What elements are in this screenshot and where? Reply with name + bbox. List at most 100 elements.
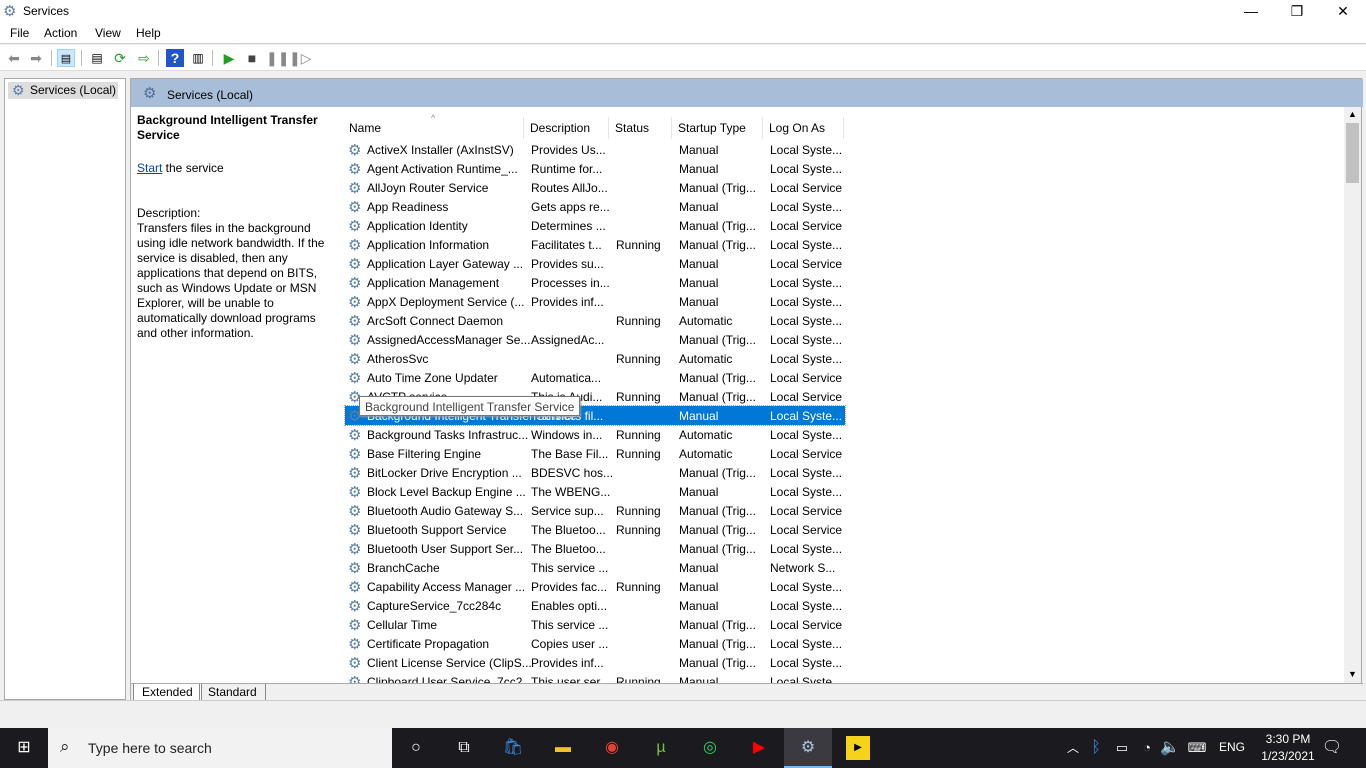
- column-header-description[interactable]: Description: [524, 117, 609, 139]
- restart-service-icon[interactable]: ❚▷: [289, 49, 312, 67]
- service-name: App Readiness: [367, 200, 449, 214]
- windows-start-icon[interactable]: ⊞: [12, 736, 36, 760]
- service-row[interactable]: ⚙ AssignedAccessManager Se... AssignedAc..…: [345, 330, 845, 349]
- volume-icon[interactable]: 🔈: [1158, 736, 1182, 760]
- menu-file[interactable]: File: [10, 26, 29, 40]
- menu-help[interactable]: Help: [136, 26, 161, 40]
- service-name: CaptureService_7cc284c: [367, 599, 502, 613]
- clock-date[interactable]: 1/23/2021: [1254, 749, 1322, 763]
- service-name: Agent Activation Runtime_...: [367, 162, 518, 176]
- service-description: This service ...: [531, 618, 609, 632]
- service-gear-icon: ⚙: [348, 636, 362, 653]
- service-row[interactable]: ⚙ ArcSoft Connect Daemon Running Automatic L…: [345, 311, 845, 330]
- service-name: Bluetooth User Support Ser...: [367, 542, 524, 556]
- service-description: AssignedAc...: [531, 333, 605, 347]
- clock-time[interactable]: 3:30 PM: [1258, 732, 1318, 746]
- restore-button[interactable]: ❐: [1274, 0, 1320, 22]
- vertical-scrollbar[interactable]: ▲ ▼: [1344, 107, 1361, 683]
- tree-item-services-local[interactable]: ⚙ Services (Local): [8, 82, 118, 99]
- scroll-up-icon[interactable]: ▲: [1348, 109, 1357, 119]
- column-header-startup-type[interactable]: Startup Type: [672, 117, 763, 139]
- whatsapp-icon[interactable]: ◎: [698, 736, 722, 760]
- minimize-button[interactable]: —: [1228, 0, 1274, 22]
- service-row[interactable]: ⚙ Client License Service (ClipS... Provide…: [345, 653, 845, 672]
- show-hidden-icons[interactable]: ︿: [1061, 736, 1085, 760]
- service-row[interactable]: ⚙ BranchCache This service ... Manual Networ…: [345, 558, 845, 577]
- service-description: Provides inf...: [531, 656, 604, 670]
- service-row[interactable]: ⚙ AllJoyn Router Service Routes AllJo... Ma…: [345, 178, 845, 197]
- utorrent-icon[interactable]: µ: [649, 736, 673, 760]
- service-row[interactable]: ⚙ App Readiness Gets apps re... Manual Local…: [345, 197, 845, 216]
- tab-standard[interactable]: Standard: [199, 684, 266, 701]
- service-row[interactable]: ⚙ BitLocker Drive Encryption ... BDESVC ho…: [345, 463, 845, 482]
- scroll-down-icon[interactable]: ▼: [1348, 669, 1357, 679]
- service-row[interactable]: ⚙ CaptureService_7cc284c Enables opti... Ma…: [345, 596, 845, 615]
- service-row[interactable]: ⚙ Background Tasks Infrastruc... Windows i…: [345, 425, 845, 444]
- service-row[interactable]: ⚙ Agent Activation Runtime_... Runtime for…: [345, 159, 845, 178]
- header-band: ⚙ Services (Local): [131, 79, 1363, 107]
- taskbar-search[interactable]: ⌕ Type here to search: [48, 728, 392, 768]
- player-icon[interactable]: ▶: [846, 736, 870, 760]
- service-row[interactable]: ⚙ Certificate Propagation Copies user ... M…: [345, 634, 845, 653]
- service-name: ActiveX Installer (AxInstSV): [367, 143, 514, 157]
- forward-icon[interactable]: ➡: [27, 49, 45, 67]
- notifications-icon[interactable]: 🗨: [1320, 736, 1344, 760]
- action-pane-icon[interactable]: ▥: [189, 49, 207, 67]
- tab-extended[interactable]: Extended: [133, 684, 202, 701]
- store-icon[interactable]: 🛍: [501, 736, 525, 760]
- service-status: Running: [616, 352, 661, 366]
- service-gear-icon: ⚙: [348, 313, 362, 330]
- service-row[interactable]: ⚙ Bluetooth Audio Gateway S... Service sup…: [345, 501, 845, 520]
- gear-icon: ⚙: [12, 82, 25, 98]
- battery-icon[interactable]: ▭: [1110, 736, 1134, 760]
- show-hide-console-tree-icon[interactable]: ▤: [57, 49, 75, 67]
- service-row[interactable]: ⚙ Cellular Time This service ... Manual (Tr…: [345, 615, 845, 634]
- service-row[interactable]: ⚙ Application Layer Gateway ... Provides s…: [345, 254, 845, 273]
- service-row[interactable]: ⚙ Application Identity Determines ... Manua…: [345, 216, 845, 235]
- column-header-status[interactable]: Status: [609, 117, 672, 139]
- service-row[interactable]: ⚙ Bluetooth User Support Ser... The Blueto…: [345, 539, 845, 558]
- refresh-icon[interactable]: ⟳: [111, 49, 129, 67]
- service-row[interactable]: ⚙ Application Information Facilitates t...…: [345, 235, 845, 254]
- menu-view[interactable]: View: [95, 26, 121, 40]
- service-name: AppX Deployment Service (...: [367, 295, 525, 309]
- language-indicator[interactable]: ENG: [1219, 740, 1245, 754]
- stop-service-icon[interactable]: ■: [243, 49, 261, 67]
- service-log-on-as: Local Syste...: [770, 295, 843, 309]
- service-log-on-as: Local Service: [770, 181, 843, 195]
- export-list-icon[interactable]: ⇨: [135, 49, 153, 67]
- service-status: Running: [616, 238, 661, 252]
- taskbar-services-button[interactable]: ⚙: [784, 728, 832, 768]
- service-row[interactable]: ⚙ Base Filtering Engine The Base Fil... Run…: [345, 444, 845, 463]
- keyboard-icon[interactable]: ⌨: [1184, 736, 1210, 760]
- help-icon[interactable]: ?: [166, 49, 184, 67]
- menu-action[interactable]: Action: [44, 26, 77, 40]
- cortana-icon[interactable]: ○: [404, 736, 428, 760]
- column-header-log-on-as[interactable]: Log On As: [763, 117, 844, 139]
- task-view-icon[interactable]: ⧉: [452, 736, 476, 760]
- close-button[interactable]: ✕: [1320, 0, 1366, 22]
- bluetooth-icon[interactable]: ᛒ: [1084, 736, 1108, 760]
- service-description: Provides fac...: [531, 580, 608, 594]
- scrollbar-thumb[interactable]: [1346, 123, 1359, 183]
- youtube-icon[interactable]: ▶: [747, 736, 771, 760]
- service-row[interactable]: ⚙ Bluetooth Support Service The Bluetoo...…: [345, 520, 845, 539]
- back-icon[interactable]: ⬅: [5, 49, 23, 67]
- properties-icon[interactable]: ▤: [88, 49, 106, 67]
- file-explorer-icon[interactable]: ▬: [551, 736, 575, 760]
- service-row[interactable]: ⚙ Auto Time Zone Updater Automatica... Manu…: [345, 368, 845, 387]
- start-service-link[interactable]: Start: [137, 161, 162, 175]
- service-row[interactable]: ⚙ AtherosSvc Running Automatic Local Syste..…: [345, 349, 845, 368]
- service-startup-type: Manual (Trig...: [679, 371, 756, 385]
- service-row[interactable]: ⚙ ActiveX Installer (AxInstSV) Provides Us…: [345, 140, 845, 159]
- service-row[interactable]: ⚙ Block Level Backup Engine ... The WBENG.…: [345, 482, 845, 501]
- pause-service-icon[interactable]: ❚❚: [266, 49, 289, 67]
- service-description: Copies user ...: [531, 637, 609, 651]
- service-row[interactable]: ⚙ AppX Deployment Service (... Provides in…: [345, 292, 845, 311]
- start-service-icon[interactable]: ▶: [220, 49, 238, 67]
- service-row[interactable]: ⚙ Capability Access Manager ... Provides f…: [345, 577, 845, 596]
- column-header-name[interactable]: Name ^: [343, 113, 524, 139]
- wifi-icon[interactable]: ◔: [1135, 736, 1159, 760]
- service-row[interactable]: ⚙ Application Management Processes in... Ma…: [345, 273, 845, 292]
- chrome-icon[interactable]: ◉: [600, 736, 624, 760]
